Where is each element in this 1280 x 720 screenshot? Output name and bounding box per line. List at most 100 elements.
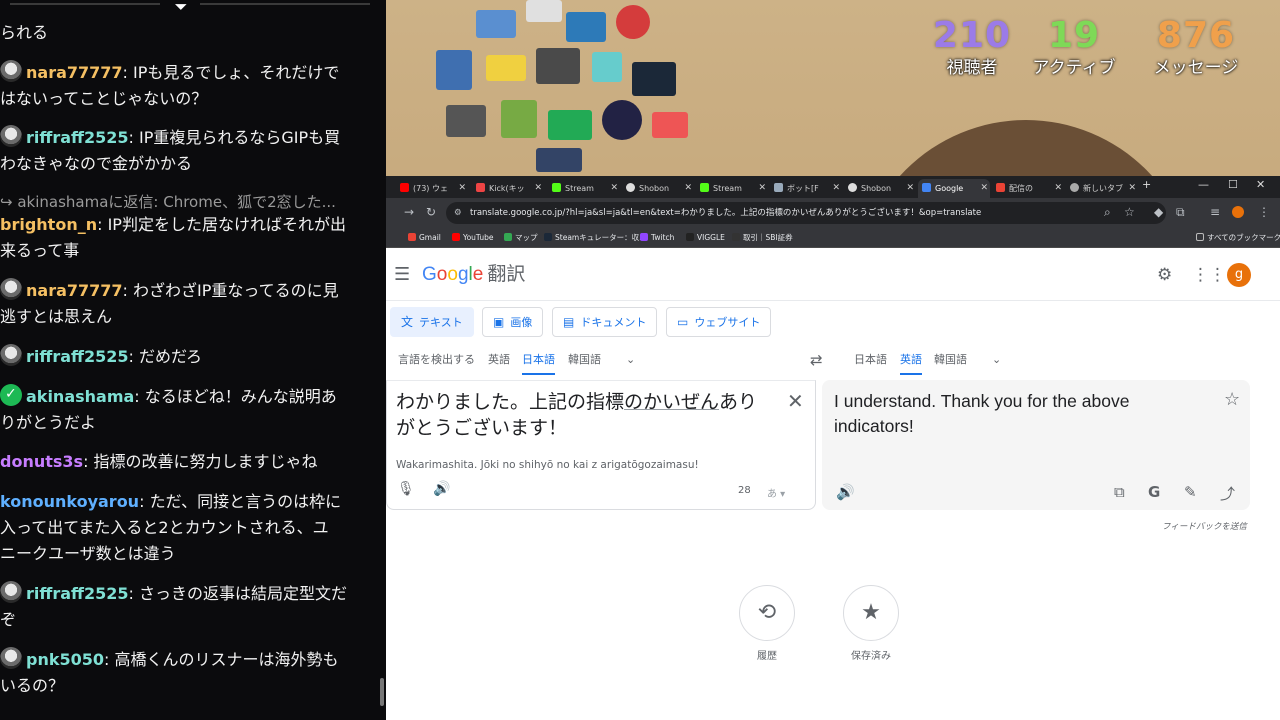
chat-username[interactable]: riffraff2525 [26, 347, 129, 366]
lang-japanese-tab[interactable]: 日本語 [854, 347, 887, 375]
chat-username[interactable]: konounkoyarou [0, 492, 139, 511]
bookmark-item[interactable]: Twitch [640, 231, 674, 245]
extension-icon[interactable]: ◆ [1154, 204, 1163, 220]
close-tab-icon[interactable]: ✕ [1128, 179, 1136, 198]
bookmark-item[interactable]: 取引｜SBI証券 [732, 231, 793, 245]
input-tools-button[interactable]: あ ▾ [767, 485, 785, 500]
swap-languages-icon[interactable]: ⇄ [810, 351, 823, 369]
save-star-icon[interactable]: ☆ [1224, 389, 1240, 410]
history-button[interactable]: ⟲ 履歴 [739, 585, 795, 662]
close-tab-icon[interactable]: ✕ [534, 179, 542, 198]
google-g-icon[interactable]: G [1148, 483, 1160, 501]
avatar[interactable] [0, 125, 22, 147]
chat-username[interactable]: riffraff2525 [26, 128, 129, 147]
apps-grid-icon[interactable]: ⋮⋮ [1192, 265, 1226, 285]
avatar[interactable] [0, 581, 22, 603]
profile-icon[interactable] [1232, 206, 1244, 218]
feedback-link[interactable]: フィードバックを送信 [1162, 520, 1247, 532]
bookmark-item[interactable]: Steamキュレーター：収... [544, 231, 646, 245]
reply-indicator[interactable]: ↪ akinashamaに返信: Chrome、狐で2窓した... [0, 190, 376, 214]
close-window-icon[interactable]: ✕ [1256, 178, 1265, 191]
browser-tab[interactable]: 新しいタブ ✕ [1066, 179, 1138, 198]
close-tab-icon[interactable]: ✕ [758, 179, 766, 198]
mode-image-button[interactable]: ▣ 画像 [482, 307, 544, 337]
browser-tab[interactable]: (73) ウェ ✕ [396, 179, 468, 198]
browser-tab[interactable]: Stream ✕ [548, 179, 620, 198]
chevron-down-icon[interactable]: ⌄ [992, 347, 1001, 375]
browser-tab-active[interactable]: Google ✕ [918, 179, 990, 198]
star-icon[interactable]: ★ [843, 585, 899, 641]
site-info-icon[interactable]: ⚙ [454, 202, 462, 224]
speaker-icon[interactable]: 🔊 [433, 481, 450, 497]
close-tab-icon[interactable]: ✕ [610, 179, 618, 198]
chat-username[interactable]: nara77777 [26, 63, 123, 82]
settings-gear-icon[interactable]: ⚙ [1157, 265, 1172, 285]
browser-tab[interactable]: Kick(キッ ✕ [472, 179, 544, 198]
hamburger-menu-icon[interactable]: ☰ [394, 265, 410, 285]
lang-korean-tab[interactable]: 韓国語 [934, 347, 967, 375]
close-tab-icon[interactable]: ✕ [906, 179, 914, 198]
browser-tab[interactable]: 配信の ✕ [992, 179, 1064, 198]
mode-document-button[interactable]: ▤ ドキュメント [552, 307, 658, 337]
minimize-icon[interactable]: — [1198, 178, 1209, 191]
microphone-icon[interactable]: 🎙 [397, 481, 415, 497]
menu-icon[interactable]: ⋮ [1258, 204, 1270, 220]
puzzle-icon[interactable]: ⧉ [1176, 204, 1185, 220]
lang-korean-tab[interactable]: 韓国語 [568, 347, 601, 375]
bookmark-item[interactable]: マップ [504, 231, 538, 245]
chat-username[interactable]: riffraff2525 [26, 584, 129, 603]
address-bar[interactable]: ⚙ translate.google.co.jp/?hl=ja&sl=ja&tl… [446, 202, 1166, 224]
history-icon[interactable]: ⟲ [739, 585, 795, 641]
copy-icon[interactable]: ⧉ [1114, 483, 1125, 501]
forward-icon[interactable]: → [404, 204, 414, 220]
speaker-icon[interactable]: 🔊 [836, 483, 855, 501]
browser-tab[interactable]: Stream ✕ [696, 179, 768, 198]
chat-scrollbar[interactable] [380, 678, 384, 706]
lang-detect-tab[interactable]: 言語を検出する [398, 347, 475, 375]
source-text-box[interactable]: わかりました。上記の指標のかいぜんありがとうございます！ ✕ Wakarimas… [386, 380, 816, 510]
reload-icon[interactable]: ↻ [426, 204, 436, 220]
new-tab-icon[interactable]: + [1142, 178, 1151, 191]
close-tab-icon[interactable]: ✕ [1054, 179, 1062, 198]
chat-username[interactable]: nara77777 [26, 281, 123, 300]
saved-button[interactable]: ★ 保存済み [843, 585, 899, 662]
browser-tab[interactable]: Shobon ✕ [844, 179, 916, 198]
avatar[interactable] [0, 647, 22, 669]
close-tab-icon[interactable]: ✕ [684, 179, 692, 198]
chat-username[interactable]: akinashama [26, 387, 134, 406]
lang-english-tab[interactable]: 英語 [488, 347, 510, 375]
zoom-icon[interactable]: ⌕ [1104, 204, 1111, 220]
chat-menu-icon[interactable]: ⏷ [170, 0, 192, 16]
maximize-icon[interactable]: ☐ [1228, 178, 1238, 191]
close-tab-icon[interactable]: ✕ [832, 179, 840, 198]
bookmark-item[interactable]: Gmail [408, 231, 441, 245]
share-icon[interactable]: ⤴ [1220, 483, 1235, 504]
chat-username[interactable]: pnk5050 [26, 650, 104, 669]
chevron-down-icon[interactable]: ⌄ [626, 347, 635, 375]
mode-website-button[interactable]: ▭ ウェブサイト [666, 307, 772, 337]
edit-translation-icon[interactable]: ✎ [1184, 483, 1197, 501]
close-tab-icon[interactable]: ✕ [980, 179, 988, 198]
source-textarea[interactable]: わかりました。上記の指標のかいぜんありがとうございます！ [396, 389, 776, 441]
lang-japanese-tab[interactable]: 日本語 [522, 347, 555, 375]
google-translate-logo[interactable]: Google 翻訳 [422, 263, 525, 287]
browser-tab[interactable]: ボット[F ✕ [770, 179, 842, 198]
all-bookmarks[interactable]: すべてのブックマーク [1196, 231, 1280, 245]
chat-text: 来るって事 [0, 241, 80, 260]
avatar[interactable] [0, 60, 22, 82]
media-icon[interactable]: ≡ [1210, 204, 1220, 220]
chat-username[interactable]: donuts3s [0, 452, 83, 471]
chat-text: 逃すとは思えん [0, 307, 113, 326]
lang-english-tab[interactable]: 英語 [900, 347, 922, 375]
mode-text-button[interactable]: 文テキスト [390, 307, 474, 337]
bookmark-item[interactable]: YouTube [452, 231, 494, 245]
bookmark-star-icon[interactable]: ☆ [1124, 204, 1135, 220]
bookmark-item[interactable]: VIGGLE [686, 231, 725, 245]
browser-tab[interactable]: Shobon ✕ [622, 179, 694, 198]
account-avatar[interactable]: g [1227, 263, 1251, 287]
avatar[interactable] [0, 344, 22, 366]
avatar[interactable] [0, 278, 22, 300]
clear-text-icon[interactable]: ✕ [787, 389, 804, 413]
chat-username[interactable]: brighton_n [0, 215, 97, 234]
close-tab-icon[interactable]: ✕ [458, 179, 466, 198]
